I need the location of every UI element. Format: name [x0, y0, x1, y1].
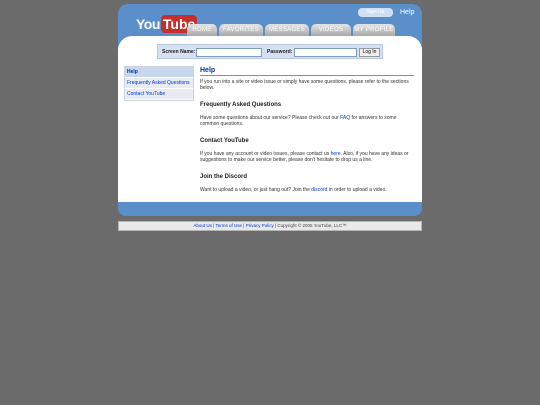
screen-name-input[interactable] [196, 48, 262, 57]
sidebar-item-faq[interactable]: Frequently Asked Questions [125, 78, 193, 89]
bottom-band [118, 202, 422, 216]
password-label: Password: [267, 49, 293, 55]
discord-text: Want to upload a video, or just hang out… [200, 187, 414, 193]
help-link[interactable]: Help [400, 8, 414, 17]
footer-copyright: | Copyright © 2005 YouTube, LLC™ [273, 223, 347, 228]
page-title: Help [200, 67, 216, 74]
title-divider [200, 75, 414, 76]
tab-my-profile[interactable]: MY PROFILE [353, 24, 395, 36]
logo-you: You [136, 16, 160, 32]
contact-text: If you have any account or video issues,… [200, 151, 414, 163]
footer-terms-link[interactable]: Terms of Use [216, 223, 243, 228]
intro-text: If you run into a site or video issue or… [200, 79, 409, 91]
footer: About Us | Terms of Use | Privacy Policy… [118, 221, 422, 231]
screen-name-label: Screen Name: [162, 49, 196, 55]
login-button[interactable]: Log In [359, 48, 380, 57]
faq-text: Have some questions about our service? P… [200, 115, 414, 127]
discord-text-part: in order to upload a video. [327, 187, 387, 193]
discord-heading: Join the Discord [200, 174, 248, 180]
page: You Tube Sign Up Help HOME FAVORITES MES… [0, 0, 540, 405]
tab-videos[interactable]: VIDEOS [311, 24, 351, 36]
password-input[interactable] [294, 48, 357, 57]
help-sidebar: Help Frequently Asked Questions Contact … [124, 66, 194, 101]
footer-privacy-link[interactable]: Privacy Policy [246, 223, 274, 228]
signup-button[interactable]: Sign Up [358, 8, 393, 17]
tab-messages[interactable]: MESSAGES [265, 24, 309, 36]
login-bar: Screen Name: Password: Log In [157, 44, 383, 59]
tab-favorites[interactable]: FAVORITES [219, 24, 263, 36]
faq-heading: Frequently Asked Questions [200, 102, 282, 108]
discord-text-part: Want to upload a video, or just hang out… [200, 187, 312, 193]
footer-about-link[interactable]: About Us [193, 223, 212, 228]
tab-home[interactable]: HOME [187, 24, 217, 36]
sidebar-item-contact[interactable]: Contact YouTube [125, 89, 193, 100]
discord-link[interactable]: discord [311, 187, 327, 193]
contact-heading: Contact YouTube [200, 138, 249, 144]
sidebar-item-help[interactable]: Help [125, 67, 193, 78]
faq-link[interactable]: FAQ [340, 115, 350, 121]
